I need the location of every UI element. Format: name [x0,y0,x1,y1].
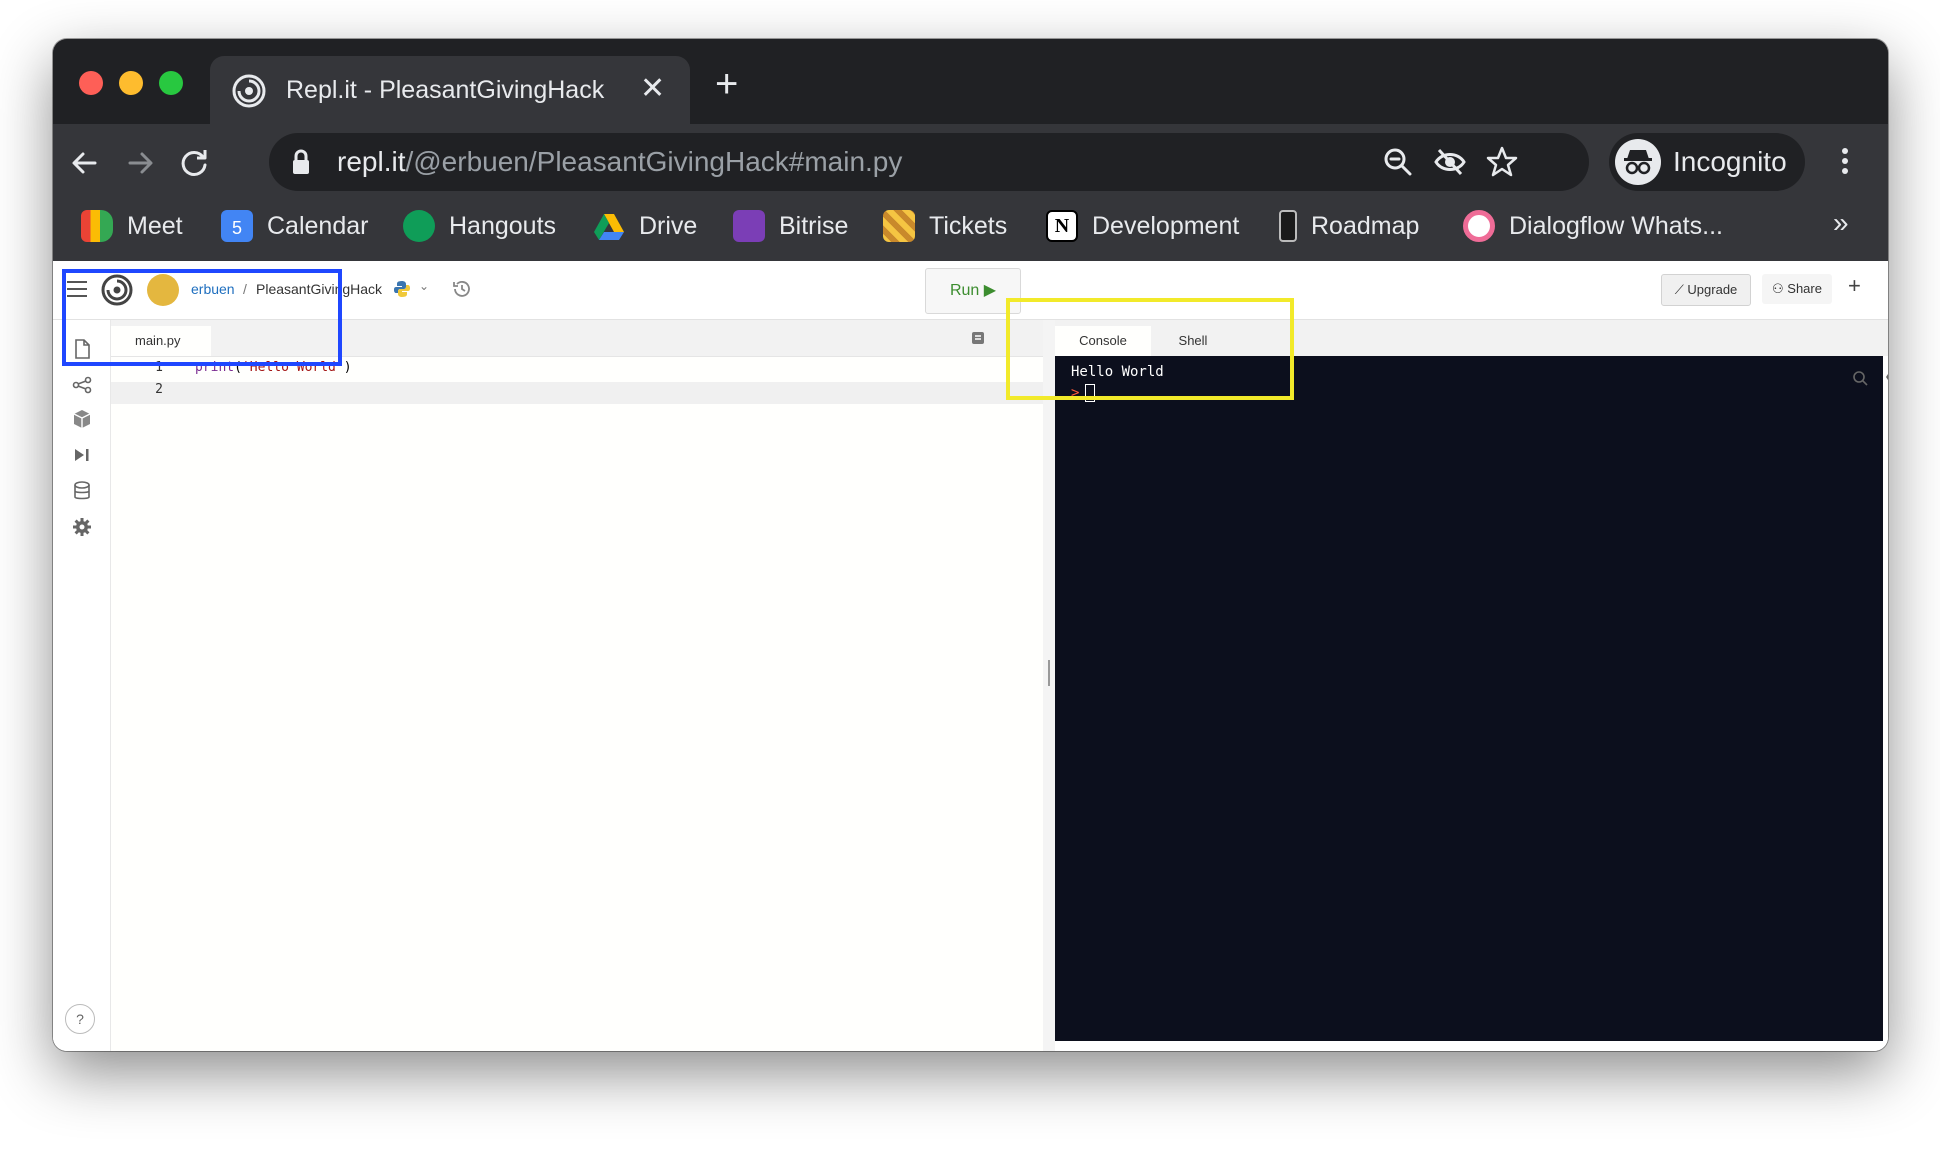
dialogflow-icon [1463,210,1495,242]
tab-close-icon[interactable]: ✕ [640,72,665,106]
code-editor[interactable]: main.py 1 print('Hello World') 2 [111,320,1043,1051]
lock-icon [293,149,309,174]
bookmark-label: Tickets [929,211,1008,240]
url-text: repl.it/@erbuen/PleasantGivingHack#main.… [337,146,903,177]
code-line-active[interactable]: 2 [111,382,1043,404]
browser-menu-icon[interactable] [1833,139,1857,183]
bookmark-calendar[interactable]: 5 Calendar [221,208,368,244]
forward-icon[interactable] [118,141,162,185]
new-tab-button[interactable]: + [715,64,738,104]
hangouts-icon [403,210,435,242]
address-bar[interactable]: repl.it/@erbuen/PleasantGivingHack#main.… [269,133,1589,191]
browser-chrome: Repl.it - PleasantGivingHack ✕ + repl.it… [53,39,1888,261]
tracking-blocked-eye-icon[interactable] [1433,145,1467,179]
bookmarks-bar: Meet 5 Calendar Hangouts Drive Bitrise T… [53,199,1888,253]
debugger-icon[interactable] [71,444,93,466]
bookmark-label: Drive [639,211,698,240]
terminal-output[interactable]: Hello World > [1055,356,1888,1041]
bookmarks-overflow-button[interactable]: » [1833,207,1849,239]
share-label: Share [1787,281,1822,296]
workspace-sidebar: ? [53,320,111,1051]
bookmark-label: Hangouts [449,211,557,240]
clear-console-icon[interactable] [1885,370,1888,384]
bookmark-drive[interactable]: Drive [593,208,697,244]
browser-tab-active[interactable]: Repl.it - PleasantGivingHack ✕ [210,56,690,124]
add-user-icon: ⚇ [1772,281,1788,296]
bookmark-hangouts[interactable]: Hangouts [403,208,556,244]
bookmark-label: Calendar [267,211,369,240]
close-window-button[interactable] [79,71,103,95]
meet-icon [81,210,113,242]
star-bookmark-icon[interactable] [1485,145,1519,179]
incognito-label: Incognito [1673,146,1787,177]
reload-icon[interactable] [172,141,216,185]
bookmark-bitrise[interactable]: Bitrise [733,208,848,244]
settings-gear-icon[interactable] [71,516,93,538]
tab-strip: Repl.it - PleasantGivingHack ✕ + [53,39,1888,124]
upgrade-button[interactable]: ⟋ Upgrade [1661,274,1751,306]
console-pane: Console Shell Hello World > [1055,320,1888,1051]
barrier-icon [883,210,915,242]
incognito-icon [1615,139,1661,185]
tab-title: Repl.it - PleasantGivingHack [286,76,605,104]
calendar-icon: 5 [221,210,253,242]
bookmark-label: Dialogflow Whats... [1509,211,1723,240]
help-button[interactable]: ? [65,1004,95,1034]
chevron-down-icon[interactable]: ⌄ [419,279,429,293]
python-language-icon [394,281,410,297]
add-pane-icon[interactable]: + [1848,273,1861,299]
pane-resize-handle[interactable] [1043,320,1055,1051]
rocket-icon: ⟋ [1674,282,1688,297]
packages-icon[interactable] [71,408,93,430]
editor-menu-icon[interactable] [971,331,985,345]
browser-window: Repl.it - PleasantGivingHack ✕ + repl.it… [53,39,1888,1051]
version-control-icon[interactable] [71,374,93,396]
back-icon[interactable] [63,141,107,185]
bookmark-development[interactable]: N Development [1046,208,1239,244]
phone-icon [1279,210,1297,242]
minimize-window-button[interactable] [119,71,143,95]
notion-icon: N [1046,210,1078,242]
bookmark-meet[interactable]: Meet [81,208,183,244]
bookmark-tickets[interactable]: Tickets [883,208,1007,244]
search-icon[interactable] [1852,370,1868,386]
console-highlight-box [1006,298,1294,400]
incognito-profile-button[interactable]: Incognito [1609,133,1805,191]
bookmark-label: Development [1092,211,1240,240]
zoom-icon[interactable] [1381,145,1415,179]
bookmark-roadmap[interactable]: Roadmap [1273,208,1419,244]
history-icon[interactable] [451,278,473,300]
share-button[interactable]: ⚇ Share [1762,274,1832,304]
bookmark-label: Meet [127,211,183,240]
editor-highlight-box [62,269,342,366]
replit-app: erbuen / PleasantGivingHack ⌄ Run ▶ ⟋ Up… [53,261,1888,1051]
upgrade-label: Upgrade [1687,282,1738,297]
bitrise-icon [733,210,765,242]
bookmark-dialogflow[interactable]: Dialogflow Whats... [1463,208,1723,244]
database-icon[interactable] [71,480,93,502]
maximize-window-button[interactable] [159,71,183,95]
drive-icon [594,214,624,240]
replit-favicon-icon [232,74,266,108]
bookmark-label: Roadmap [1311,211,1420,240]
line-number: 2 [155,382,163,397]
bookmark-label: Bitrise [779,211,849,240]
